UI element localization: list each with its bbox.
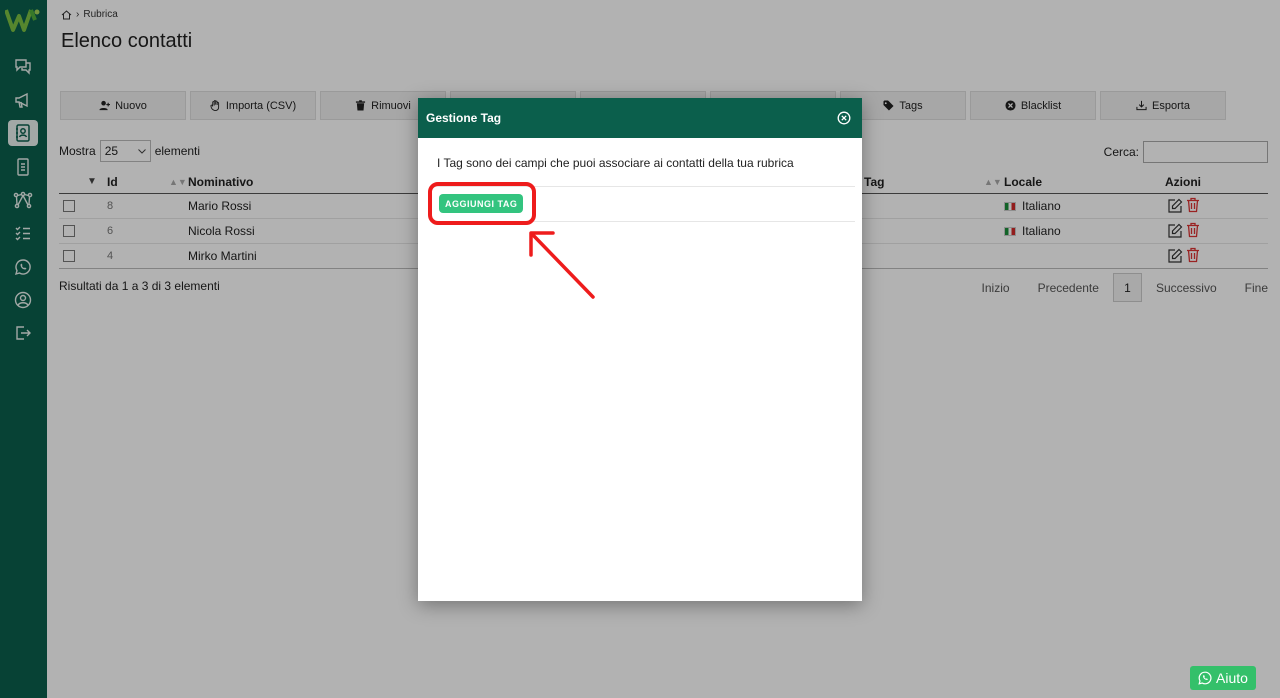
help-label: Aiuto	[1216, 670, 1248, 686]
annotation-highlight	[428, 182, 536, 225]
modal-title: Gestione Tag	[426, 111, 502, 125]
tag-management-modal: Gestione Tag I Tag sono dei campi che pu…	[418, 98, 862, 601]
whatsapp-icon	[1198, 671, 1212, 685]
annotation-arrow-icon	[529, 231, 595, 299]
modal-description: I Tag sono dei campi che puoi associare …	[437, 156, 794, 170]
help-button[interactable]: Aiuto	[1190, 666, 1256, 690]
close-icon[interactable]	[837, 111, 851, 125]
modal-header: Gestione Tag	[418, 98, 862, 138]
